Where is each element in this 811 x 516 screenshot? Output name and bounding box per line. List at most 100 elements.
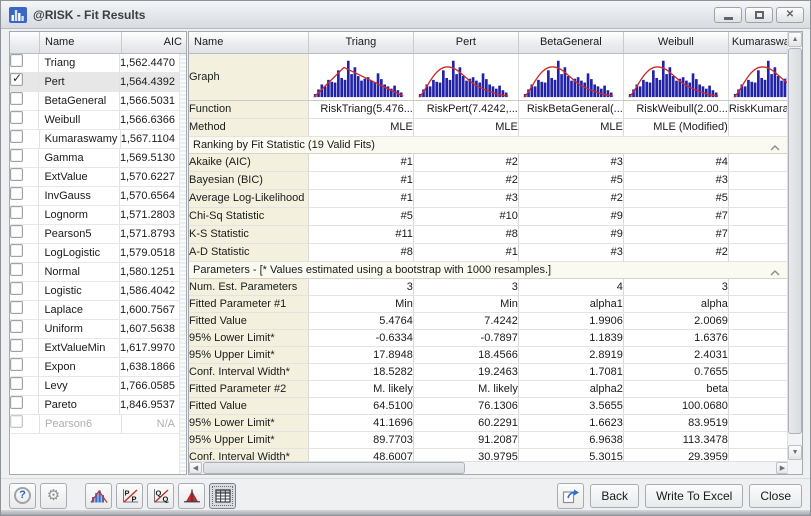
maximize-button[interactable] [745, 7, 773, 23]
bottom-toolbar: ? ⚙ P P Q [1, 478, 810, 512]
list-item[interactable]: ExtValue1,570.6227 [10, 168, 179, 187]
qq-plot-button[interactable]: Q Q [147, 483, 174, 509]
collapse-section-icon[interactable] [770, 267, 780, 279]
list-item[interactable]: BetaGeneral1,566.5031 [10, 92, 179, 111]
value-cell: #9 [518, 207, 623, 225]
list-item-aic: 1,570.6227 [120, 168, 179, 186]
fit-checkbox[interactable] [10, 92, 39, 110]
titlebar[interactable]: @RISK - Fit Results ✕ [1, 1, 810, 29]
value-cell: #9 [518, 225, 623, 243]
fit-checkbox[interactable] [10, 206, 39, 224]
list-item-name: Pearson5 [39, 225, 120, 243]
close-button[interactable]: ✕ [776, 7, 804, 23]
value-cell [728, 363, 787, 380]
fit-checkbox[interactable] [10, 111, 39, 129]
list-item[interactable]: Weibull1,566.6366 [10, 111, 179, 130]
list-item[interactable]: ExtValueMin1,617.9970 [10, 339, 179, 358]
fit-list-header-name[interactable]: Name [40, 32, 122, 53]
close-icon: ✕ [786, 10, 794, 20]
fit-checkbox[interactable] [10, 168, 39, 186]
comparison-header-row: NameTriangPertBetaGeneralWeibullKumarasw… [189, 32, 787, 53]
help-button[interactable]: ? [9, 483, 36, 509]
section-header-cell: Parameters - [* Values estimated using a… [189, 261, 787, 278]
fit-checkbox[interactable] [10, 396, 39, 414]
fit-checkbox[interactable] [10, 282, 39, 300]
list-item[interactable]: LogLogistic1,579.0518 [10, 244, 179, 263]
fit-checkbox[interactable] [10, 339, 39, 357]
value-cell: alpha1 [518, 295, 623, 312]
scroll-left-icon[interactable]: ◀ [189, 462, 202, 474]
vertical-scrollbar-thumb[interactable] [788, 48, 802, 434]
back-button[interactable]: Back [590, 484, 639, 508]
help-icon: ? [14, 487, 31, 504]
fit-checkbox[interactable] [10, 244, 39, 262]
list-item[interactable]: Pearson6N/A [10, 415, 179, 434]
scroll-down-icon[interactable]: ▼ [788, 445, 802, 460]
table-row: 95% Upper Limit*89.770391.20876.9638113.… [189, 431, 787, 448]
fit-list-header-aic[interactable]: AIC▲ [122, 32, 186, 53]
row-label: Conf. Interval Width* [189, 363, 308, 380]
list-item[interactable]: Pareto1,846.9537 [10, 396, 179, 415]
svg-text:Q: Q [155, 488, 161, 497]
table-row: MethodMLEMLEMLEMLE (Modified) [189, 118, 787, 136]
list-item[interactable]: Kumaraswamy1,567.1104 [10, 130, 179, 149]
list-item[interactable]: Pearson51,571.8793 [10, 225, 179, 244]
value-cell: 4. [728, 397, 787, 414]
row-label: Num. Est. Parameters [189, 278, 308, 295]
list-item-name: LogLogistic [39, 244, 120, 262]
fit-checkbox[interactable]: ✓ [10, 73, 39, 91]
list-item[interactable]: Normal1,580.1251 [10, 263, 179, 282]
vertical-scrollbar[interactable]: ▲ ▼ [787, 32, 802, 474]
list-item-name: Gamma [39, 149, 120, 167]
list-item[interactable]: Laplace1,600.7567 [10, 301, 179, 320]
scroll-right-icon[interactable]: ▶ [776, 462, 787, 474]
export-report-button[interactable] [557, 483, 584, 509]
fit-list-scrollbar[interactable] [179, 54, 186, 474]
value-cell: Min [413, 295, 518, 312]
list-item[interactable]: Lognorm1,571.2803 [10, 206, 179, 225]
pp-plot-button[interactable]: P P [116, 483, 143, 509]
fit-checkbox[interactable] [10, 263, 39, 281]
fit-checkbox[interactable] [10, 225, 39, 243]
value-cell [728, 414, 787, 431]
table-view-button[interactable] [209, 483, 236, 509]
fit-checkbox[interactable] [10, 358, 39, 376]
list-item-name: InvGauss [39, 187, 120, 205]
row-label: 95% Upper Limit* [189, 431, 308, 448]
write-to-excel-button[interactable]: Write To Excel [645, 484, 743, 508]
graph-cell [728, 53, 787, 100]
scroll-up-icon[interactable]: ▲ [788, 32, 802, 47]
distribution-graph-button[interactable] [85, 483, 112, 509]
list-item[interactable]: Logistic1,586.4042 [10, 282, 179, 301]
list-item[interactable]: Triang1,562.4470 [10, 54, 179, 73]
list-item-aic: 1,586.4042 [120, 282, 179, 300]
list-item[interactable]: Uniform1,607.5638 [10, 320, 179, 339]
fit-checkbox[interactable] [10, 377, 39, 395]
list-item[interactable]: Gamma1,569.5130 [10, 149, 179, 168]
row-label: Chi-Sq Statistic [189, 207, 308, 225]
value-cell: #5 [308, 207, 413, 225]
qq-plot-icon: Q Q [152, 488, 170, 504]
list-item[interactable]: Expon1,638.1866 [10, 358, 179, 377]
list-item[interactable]: ✓Pert1,564.4392 [10, 73, 179, 92]
list-item[interactable]: Levy1,766.0585 [10, 377, 179, 396]
fit-checkbox[interactable] [10, 149, 39, 167]
fit-checkbox[interactable] [10, 415, 40, 433]
settings-button[interactable]: ⚙ [40, 483, 67, 509]
collapse-section-icon[interactable] [770, 142, 780, 154]
value-cell: 17.8948 [308, 346, 413, 363]
minimize-button[interactable] [714, 7, 742, 23]
fit-checkbox[interactable] [10, 320, 39, 338]
fit-checkbox[interactable] [10, 130, 40, 148]
close-dialog-button[interactable]: Close [749, 484, 802, 508]
fit-checkbox[interactable] [10, 187, 39, 205]
list-item-aic: 1,570.6564 [120, 187, 179, 205]
discrepancy-plot-button[interactable] [178, 483, 205, 509]
horizontal-scrollbar[interactable]: ◀ ▶ [189, 461, 787, 474]
row-label: Graph [189, 53, 308, 100]
list-item-name: Laplace [39, 301, 120, 319]
fit-checkbox[interactable] [10, 301, 39, 319]
horizontal-scrollbar-thumb[interactable] [203, 462, 465, 474]
graph-cell [623, 53, 728, 100]
list-item[interactable]: InvGauss1,570.6564 [10, 187, 179, 206]
